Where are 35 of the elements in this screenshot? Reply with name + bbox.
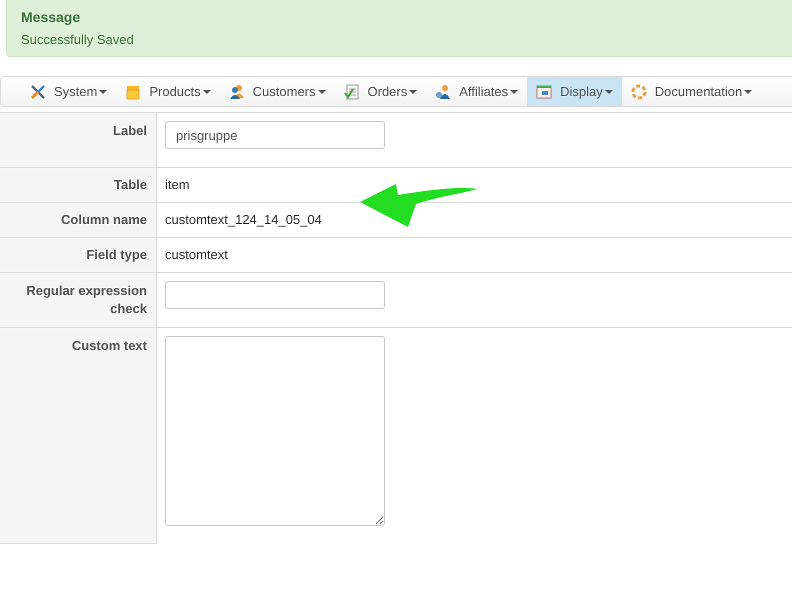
menu-item[interactable]: Customers: [220, 77, 335, 106]
user-icon: [435, 84, 452, 100]
field-value: customtext: [165, 246, 228, 264]
document-icon: [344, 84, 360, 100]
lifebuoy-icon: [630, 84, 647, 100]
menu-item[interactable]: Documentation: [622, 77, 762, 106]
alert-message: Successfully Saved: [21, 32, 135, 48]
text-area[interactable]: [165, 336, 385, 526]
field-label: Column name: [0, 203, 157, 237]
menu-item[interactable]: Display: [527, 77, 622, 106]
tools-icon: [30, 84, 46, 100]
field-label: Field type: [0, 238, 157, 272]
menu-item[interactable]: Affiliates: [426, 77, 528, 106]
caret-icon: [99, 90, 108, 94]
caret-icon: [604, 90, 613, 94]
caret-icon: [202, 90, 211, 94]
menu-item[interactable]: System: [21, 77, 116, 106]
field-value: item: [165, 176, 190, 194]
window-icon: [536, 84, 552, 100]
input-field[interactable]: [165, 281, 385, 309]
field-value: customtext_124_14_05_04: [165, 211, 322, 229]
field-label: Regular expression check: [0, 273, 157, 327]
alert-title: Message: [21, 8, 82, 26]
field-label: Label: [0, 113, 157, 167]
caret-icon: [409, 90, 418, 94]
users-icon: [228, 84, 245, 100]
field-label: Table: [0, 168, 157, 202]
caret-icon: [318, 90, 326, 94]
menu-item[interactable]: Orders: [334, 77, 426, 106]
input-field[interactable]: prisgruppe: [165, 121, 385, 149]
menu-item[interactable]: Products: [116, 77, 220, 106]
box-icon: [125, 84, 142, 100]
caret-icon: [510, 90, 518, 94]
caret-icon: [744, 90, 752, 94]
field-label: Custom text: [0, 328, 157, 544]
